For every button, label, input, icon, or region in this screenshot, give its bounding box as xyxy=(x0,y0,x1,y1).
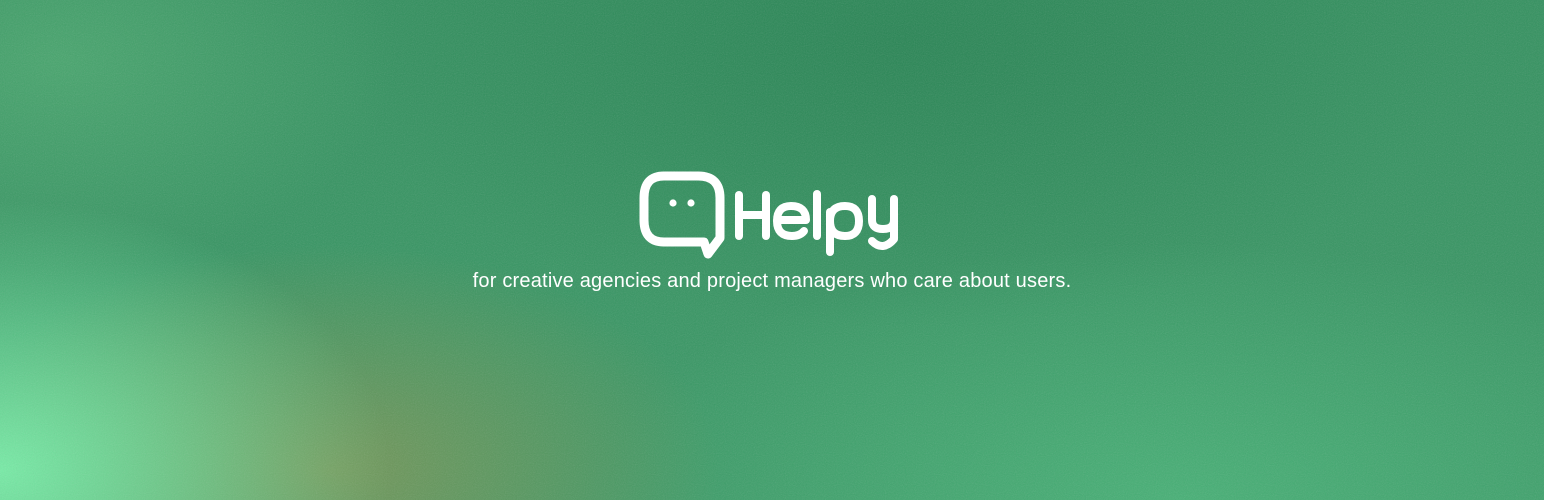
helpy-wordmark xyxy=(735,190,898,256)
tagline: for creative agencies and project manage… xyxy=(472,270,1072,292)
speech-bubble-icon xyxy=(639,171,725,259)
helpy-logo xyxy=(639,171,902,259)
hero-banner: for creative agencies and project manage… xyxy=(0,0,1544,500)
